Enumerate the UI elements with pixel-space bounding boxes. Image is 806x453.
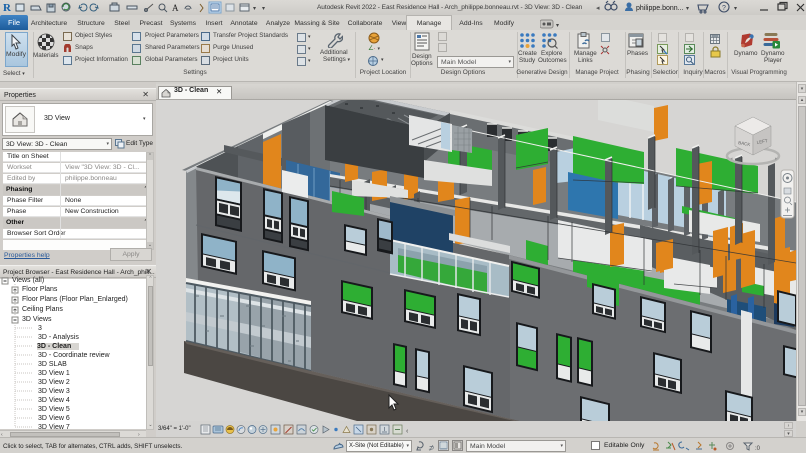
svg-text:R: R: [3, 2, 12, 14]
svg-text:?: ?: [722, 5, 726, 12]
svg-text:▾: ▾: [262, 6, 265, 12]
svg-text:▾: ▾: [253, 6, 256, 12]
svg-text:▾: ▾: [686, 6, 689, 12]
svg-text:A: A: [172, 3, 179, 13]
svg-text:◂: ◂: [596, 5, 600, 12]
svg-text:philippe.bonn...: philippe.bonn...: [636, 5, 684, 12]
svg-text::0: :0: [755, 446, 761, 452]
svg-text:▾: ▾: [556, 23, 559, 29]
svg-text:▾: ▾: [734, 6, 737, 12]
svg-text:⊅: ⊅: [428, 444, 434, 452]
svg-text:‹: ‹: [406, 428, 409, 435]
